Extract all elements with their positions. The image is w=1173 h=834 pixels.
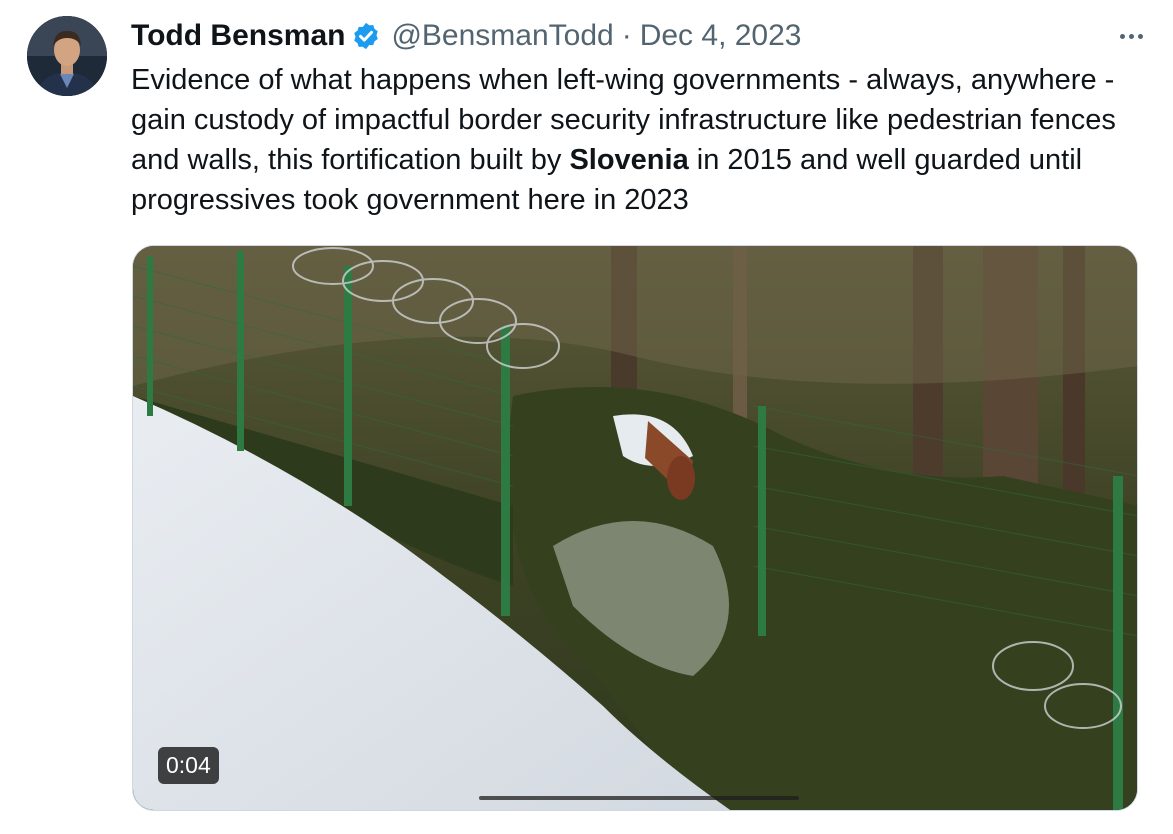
video-player[interactable]: 0:04 — [132, 245, 1138, 811]
verified-badge-icon[interactable] — [351, 21, 381, 51]
tweet-text: Evidence of what happens when left-wing … — [131, 60, 1141, 220]
author-display-name[interactable]: Todd Bensman — [131, 19, 345, 53]
video-progress-bar[interactable] — [479, 796, 799, 800]
tweet-date[interactable]: Dec 4, 2023 — [640, 19, 802, 52]
tweet-text-bold: Slovenia — [569, 144, 689, 176]
avatar-image — [27, 16, 107, 96]
tweet-header: Todd Bensman @BensmanTodd · Dec 4, 2023 — [131, 14, 801, 58]
meta-separator: · — [621, 19, 632, 52]
avatar[interactable] — [27, 16, 107, 96]
video-duration: 0:04 — [158, 747, 219, 784]
video-frame-image — [133, 246, 1137, 810]
author-handle[interactable]: @BensmanTodd — [391, 19, 613, 52]
more-options-icon[interactable] — [1113, 22, 1149, 50]
tweet: Todd Bensman @BensmanTodd · Dec 4, 2023 Ev… — [0, 0, 1173, 834]
